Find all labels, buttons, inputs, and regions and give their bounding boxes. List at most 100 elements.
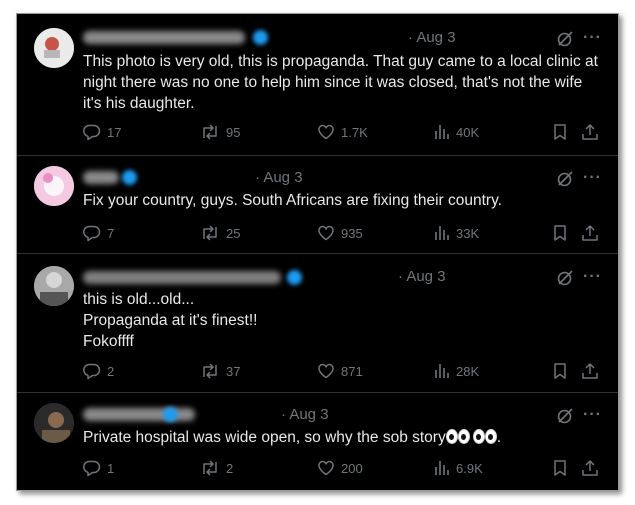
post-text-line: This photo is very old, this is propagan… [83, 53, 598, 70]
repost-count: 2 [226, 460, 234, 476]
repost-icon [203, 363, 217, 379]
share-icon [582, 225, 598, 241]
like-count: 1.7K [341, 124, 368, 140]
share-icon [582, 124, 598, 140]
bookmark-button[interactable] [552, 458, 568, 478]
like-count: 200 [341, 460, 363, 476]
view-count: 6.9K [456, 460, 483, 476]
reply-post[interactable]: · Aug 3 ··· this is old...old... Propaga… [17, 254, 618, 393]
share-button[interactable] [581, 122, 599, 142]
share-icon [582, 363, 598, 379]
reply-button[interactable]: 1 [83, 458, 114, 478]
author-name-redacted[interactable] [83, 31, 245, 44]
reply-count: 7 [107, 225, 115, 241]
post-text-end: . [496, 429, 502, 446]
action-bar: 7 25 935 33K [83, 223, 603, 243]
bookmark-icon [554, 460, 566, 476]
like-button[interactable]: 1.7K [317, 122, 368, 142]
post-text-line: Propaganda at it's finest!! [83, 312, 258, 329]
verified-badge-icon [253, 30, 268, 45]
bookmark-button[interactable] [552, 223, 568, 243]
verified-badge-icon [122, 170, 137, 185]
post-text-line: it's his daughter. [83, 95, 195, 112]
like-button[interactable]: 935 [317, 223, 363, 243]
avatar[interactable] [34, 28, 74, 68]
post-text-body: Private hospital was wide open, so why t… [83, 429, 446, 446]
post-date[interactable]: · Aug 3 [255, 169, 303, 186]
author-name-redacted[interactable] [83, 271, 281, 284]
views-icon [435, 461, 449, 475]
repost-button[interactable]: 25 [200, 223, 240, 243]
heart-icon [318, 124, 334, 140]
action-bar: 1 2 200 6.9K [83, 458, 603, 478]
share-button[interactable] [581, 223, 599, 243]
reply-icon [83, 124, 101, 141]
bookmark-button[interactable] [552, 361, 568, 381]
like-button[interactable]: 200 [317, 458, 363, 478]
views-button[interactable]: 33K [434, 223, 479, 243]
avatar[interactable] [34, 403, 74, 443]
bookmark-icon [554, 124, 566, 140]
views-icon [435, 226, 449, 240]
view-count: 28K [456, 363, 480, 379]
eye-emoji-icon [472, 429, 485, 444]
views-icon [435, 364, 449, 378]
views-button[interactable]: 6.9K [434, 458, 483, 478]
repost-icon [203, 124, 217, 140]
post-date[interactable]: · Aug 3 [281, 406, 329, 423]
repost-count: 37 [226, 363, 241, 379]
like-button[interactable]: 871 [317, 361, 363, 381]
avatar[interactable] [34, 166, 74, 206]
repost-icon [203, 225, 217, 241]
view-count: 40K [456, 124, 480, 140]
views-button[interactable]: 28K [434, 361, 479, 381]
more-icon[interactable]: ··· [583, 269, 602, 285]
more-icon[interactable]: ··· [583, 407, 602, 423]
eye-emoji-icon [484, 429, 497, 444]
reply-icon [83, 460, 101, 477]
more-icon[interactable]: ··· [583, 170, 602, 186]
repost-icon [203, 460, 217, 476]
reply-icon [83, 363, 101, 380]
views-button[interactable]: 40K [434, 122, 479, 142]
author-name-redacted[interactable] [83, 408, 195, 421]
post-text-line: Private hospital was wide open, so why t… [83, 427, 603, 453]
repost-button[interactable]: 95 [200, 122, 240, 142]
post-date[interactable]: · Aug 3 [398, 268, 446, 285]
post-text-line: Fix your country, guys. South Africans a… [83, 192, 502, 209]
like-count: 871 [341, 363, 363, 379]
bookmark-icon [554, 363, 566, 379]
more-icon[interactable]: ··· [583, 30, 602, 46]
heart-icon [318, 363, 334, 379]
reply-thread: · Aug 3 ··· This photo is very old, this… [16, 13, 619, 491]
eye-emoji-icon [445, 429, 458, 444]
like-count: 935 [341, 225, 363, 241]
share-button[interactable] [581, 458, 599, 478]
post-text-line: night there was no one to help him since… [83, 74, 583, 91]
reply-button[interactable]: 2 [83, 361, 114, 381]
action-bar: 2 37 871 28K [83, 361, 603, 381]
post-text: this is old...old... Propaganda at it's … [83, 289, 603, 352]
verified-badge-icon [287, 270, 302, 285]
repost-button[interactable]: 37 [200, 361, 240, 381]
view-count: 33K [456, 225, 480, 241]
reply-count: 1 [107, 460, 115, 476]
reply-button[interactable]: 7 [83, 223, 114, 243]
repost-count: 25 [226, 225, 241, 241]
repost-button[interactable]: 2 [200, 458, 233, 478]
reply-post[interactable]: · Aug 3 ··· Fix your country, guys. Sout… [17, 156, 618, 254]
repost-count: 95 [226, 124, 241, 140]
reply-button[interactable]: 17 [83, 122, 121, 142]
reply-count: 17 [107, 124, 122, 140]
reply-icon [83, 225, 101, 242]
reply-post[interactable]: · Aug 3 ··· Private hospital was wide op… [17, 393, 618, 490]
grok-icon[interactable] [556, 30, 574, 53]
reply-post[interactable]: · Aug 3 ··· This photo is very old, this… [17, 14, 618, 156]
bookmark-button[interactable] [552, 122, 568, 142]
avatar[interactable] [34, 266, 74, 306]
post-date[interactable]: · Aug 3 [408, 29, 456, 46]
views-icon [435, 125, 449, 139]
share-button[interactable] [581, 361, 599, 381]
author-name-redacted[interactable] [83, 171, 119, 184]
reply-count: 2 [107, 363, 115, 379]
